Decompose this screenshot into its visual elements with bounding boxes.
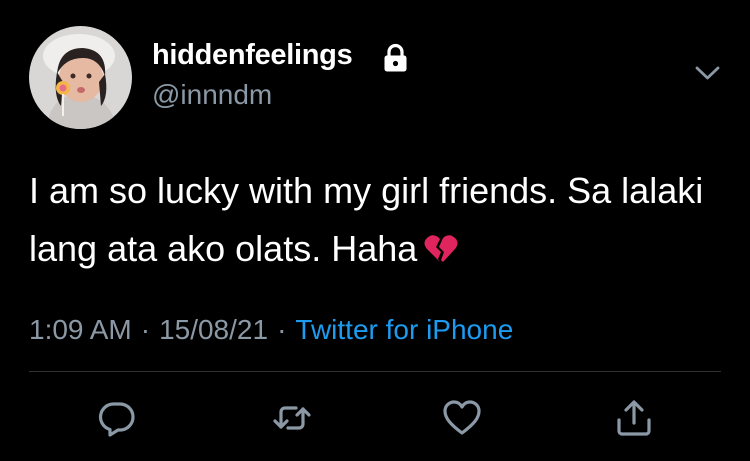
tweet-body: I am so lucky with my girl friends. Sa l… xyxy=(29,170,704,269)
like-icon[interactable] xyxy=(442,398,482,438)
avatar[interactable] xyxy=(29,26,132,129)
tweet-time: 1:09 AM xyxy=(29,314,132,345)
broken-heart-icon xyxy=(424,235,458,262)
share-icon[interactable] xyxy=(614,398,654,438)
divider xyxy=(29,371,721,372)
meta-separator: · xyxy=(277,314,287,345)
tweet-source-link[interactable]: Twitter for iPhone xyxy=(295,314,513,345)
lock-icon xyxy=(384,43,407,72)
chevron-down-icon[interactable] xyxy=(694,63,721,83)
meta-separator: · xyxy=(140,314,151,345)
tweet-meta: 1:09 AM · 15/08/21 · Twitter for iPhone xyxy=(29,314,513,346)
retweet-icon[interactable] xyxy=(272,398,312,438)
reply-icon[interactable] xyxy=(97,398,137,438)
user-handle[interactable]: @innndm xyxy=(152,79,272,111)
tweet-date: 15/08/21 xyxy=(159,314,269,345)
tweet-text: I am so lucky with my girl friends. Sa l… xyxy=(29,162,719,278)
display-name[interactable]: hiddenfeelings xyxy=(152,39,353,72)
